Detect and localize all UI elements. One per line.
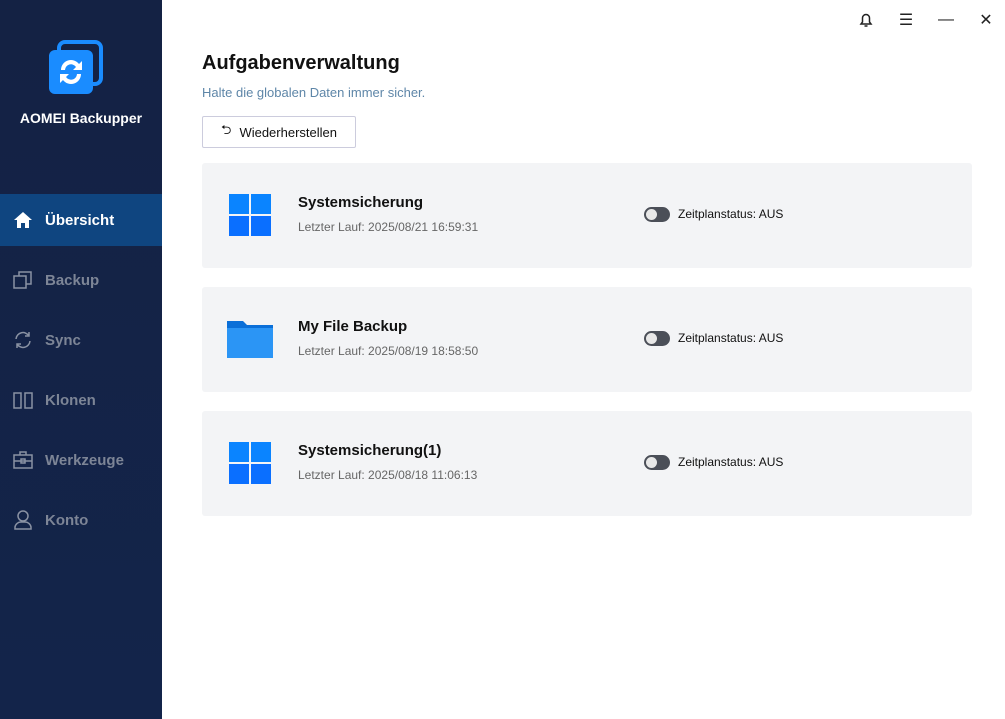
- sidebar-item-label: Übersicht: [45, 211, 115, 229]
- task-name: My File Backup: [298, 318, 408, 335]
- sidebar-item-label: Sync: [45, 331, 81, 349]
- app-logo-icon: [49, 40, 103, 94]
- task-card[interactable]: Systemsicherung(1) Letzter Lauf: 2025/08…: [202, 411, 972, 516]
- page-title: Aufgabenverwaltung: [202, 52, 400, 74]
- sidebar-item-konto[interactable]: Konto: [0, 494, 162, 546]
- schedule-status: Zeitplanstatus: AUS: [678, 455, 784, 469]
- schedule-status: Zeitplanstatus: AUS: [678, 331, 784, 345]
- schedule-toggle[interactable]: [644, 207, 670, 222]
- sidebar-item-werkzeuge[interactable]: Werkzeuge: [0, 434, 162, 486]
- sidebar-item-label: Werkzeuge: [45, 451, 124, 469]
- toolbox-icon: [13, 451, 33, 469]
- sidebar-item-label: Klonen: [45, 391, 96, 409]
- task-name: Systemsicherung(1): [298, 442, 442, 459]
- task-last-run: Letzter Lauf: 2025/08/19 18:58:50: [298, 344, 479, 358]
- home-icon: [14, 212, 32, 228]
- bell-icon[interactable]: [855, 10, 877, 30]
- sidebar-item-uebersicht[interactable]: Übersicht: [0, 194, 162, 246]
- folder-icon: [227, 321, 273, 358]
- task-card[interactable]: My File Backup Letzter Lauf: 2025/08/19 …: [202, 287, 972, 392]
- restore-label: Wiederherstellen: [239, 124, 337, 140]
- page-subtitle: Halte die globalen Daten immer sicher.: [202, 85, 426, 100]
- schedule-toggle[interactable]: [644, 455, 670, 470]
- schedule-toggle[interactable]: [644, 331, 670, 346]
- windows-icon: [229, 194, 271, 236]
- task-last-run: Letzter Lauf: 2025/08/21 16:59:31: [298, 220, 479, 234]
- windows-icon: [229, 442, 271, 484]
- restore-button[interactable]: ⮌ Wiederherstellen: [202, 116, 356, 148]
- user-icon: [14, 510, 32, 530]
- sidebar-item-sync[interactable]: Sync: [0, 314, 162, 366]
- clone-icon: [13, 392, 33, 409]
- sync-icon: [15, 331, 31, 349]
- task-last-run: Letzter Lauf: 2025/08/18 11:06:13: [298, 468, 478, 482]
- sidebar-item-backup[interactable]: Backup: [0, 254, 162, 306]
- sidebar: AOMEI Backupper Übersicht Backup Sync Kl…: [0, 0, 162, 719]
- schedule-status: Zeitplanstatus: AUS: [678, 207, 784, 221]
- backup-icon: [13, 271, 32, 289]
- sidebar-item-klonen[interactable]: Klonen: [0, 374, 162, 426]
- task-card[interactable]: Systemsicherung Letzter Lauf: 2025/08/21…: [202, 163, 972, 268]
- sidebar-item-label: Backup: [45, 271, 100, 289]
- task-name: Systemsicherung: [298, 194, 424, 211]
- sidebar-item-label: Konto: [45, 511, 89, 529]
- app-name: AOMEI Backupper: [19, 110, 143, 126]
- close-icon[interactable]: ✕: [975, 10, 997, 30]
- minimize-icon[interactable]: —: [935, 10, 957, 30]
- main-content: ☰ — ✕ Aufgabenverwaltung Halte die globa…: [162, 0, 1005, 719]
- sidebar-nav: Übersicht Backup Sync Klonen Werkzeuge K…: [0, 194, 162, 554]
- menu-icon[interactable]: ☰: [895, 10, 917, 30]
- window-controls: ☰ — ✕: [855, 10, 997, 30]
- undo-icon: ⮌: [221, 122, 232, 137]
